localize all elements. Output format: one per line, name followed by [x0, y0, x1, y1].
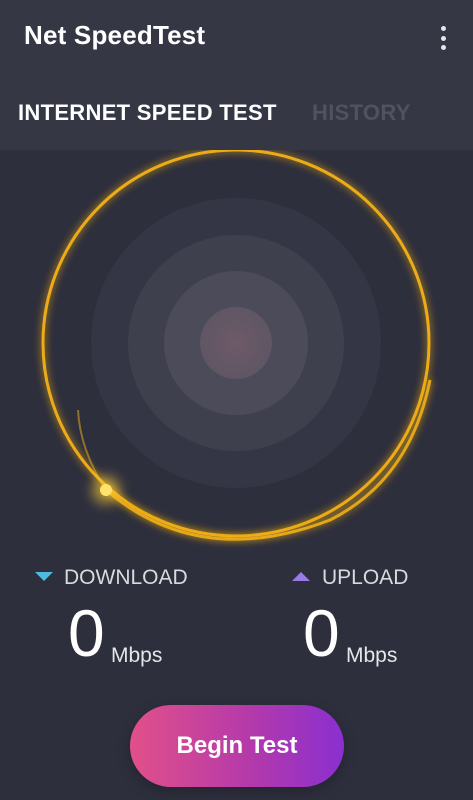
triangle-up-icon	[292, 572, 310, 581]
download-value: 0	[68, 596, 105, 670]
gauge-indicator-dot	[100, 484, 112, 496]
app-header: Net SpeedTest INTERNET SPEED TEST HISTOR…	[0, 0, 473, 150]
more-vert-icon	[440, 26, 446, 31]
more-options-button[interactable]	[431, 22, 455, 54]
tab-internet-speed-test[interactable]: INTERNET SPEED TEST	[18, 100, 277, 126]
upload-value: 0	[303, 596, 340, 670]
speed-gauge	[41, 150, 432, 541]
download-label: DOWNLOAD	[64, 566, 188, 589]
tab-history[interactable]: HISTORY	[312, 100, 411, 126]
gauge-disc-core	[200, 307, 272, 379]
begin-test-button[interactable]: Begin Test	[130, 705, 344, 787]
more-vert-icon-dot	[440, 45, 446, 50]
triangle-down-icon	[35, 572, 53, 581]
download-unit: Mbps	[111, 644, 163, 667]
more-vert-icon-dot	[440, 35, 446, 41]
upload-unit: Mbps	[346, 644, 398, 667]
app-title: Net SpeedTest	[24, 20, 206, 50]
upload-label: UPLOAD	[322, 566, 409, 589]
app-screen: Net SpeedTest INTERNET SPEED TEST HISTOR…	[0, 0, 473, 800]
